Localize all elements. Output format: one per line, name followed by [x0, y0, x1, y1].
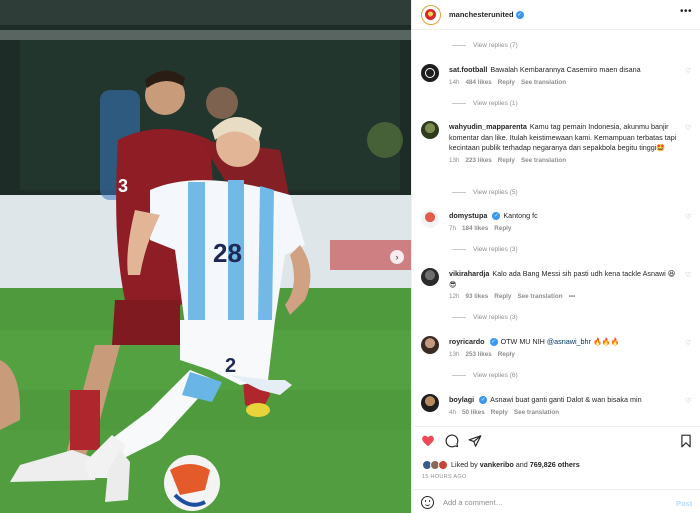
reply-button[interactable]: Reply — [494, 225, 511, 232]
comment-text: Bawalah Kembarannya Casemiro maen disana — [490, 65, 641, 74]
reply-button[interactable]: Reply — [498, 351, 515, 358]
comment-time[interactable]: 12h — [449, 293, 460, 300]
comments-list[interactable]: View replies (7) sat.football Bawalah Kem… — [412, 30, 700, 426]
view-replies-link[interactable]: View replies (3) — [452, 246, 518, 253]
comment-meta: 7h 184 likes Reply — [449, 224, 681, 235]
comment-body: domystupa ✓ Kantong fc 7h 184 likes Reply — [449, 211, 681, 234]
add-comment-input[interactable] — [443, 495, 663, 510]
comment-meta: 13h 223 likes Reply See translation — [449, 156, 681, 167]
liked-by-avatars — [422, 460, 448, 471]
liked-by-summary: Liked by vankeribo and 769,826 others — [422, 460, 580, 471]
comment-emoji: 🔥🔥🔥 — [592, 337, 620, 346]
next-photo-button[interactable]: › — [390, 250, 404, 264]
svg-text:2: 2 — [225, 355, 236, 377]
comment-username[interactable]: vikirahardja — [449, 269, 489, 278]
post-actions: Liked by vankeribo and 769,826 others 15… — [412, 426, 700, 513]
comment-time[interactable]: 7h — [449, 225, 456, 232]
reply-button[interactable]: Reply — [498, 157, 515, 164]
like-comment-heart-icon[interactable]: ♡ — [685, 125, 693, 133]
verified-badge-icon: ✓ — [492, 212, 501, 221]
comment-likes[interactable]: 223 likes — [466, 157, 492, 164]
see-translation-button[interactable]: See translation — [521, 157, 566, 164]
comment-meta: 14h 484 likes Reply See translation — [449, 78, 681, 89]
jersey-number-back: 28 — [213, 238, 242, 268]
post-comment-button[interactable]: Post — [676, 499, 692, 508]
verified-badge-icon: ✓ — [489, 338, 498, 347]
comment-time[interactable]: 4h — [449, 409, 456, 416]
verified-badge-icon: ✓ — [479, 396, 488, 405]
comment-time[interactable]: 13h — [449, 157, 460, 164]
post-details-panel: manchesterunited ✓ ••• View replies (7) s… — [411, 0, 700, 513]
view-replies-link[interactable]: View replies (1) — [452, 100, 518, 107]
comment-body: boylagi ✓ Asnawi buat ganti ganti Dalot & … — [449, 395, 681, 418]
view-replies-link[interactable]: View replies (3) — [452, 314, 518, 321]
commenter-avatar[interactable] — [421, 268, 439, 286]
emoji-picker-icon[interactable] — [421, 496, 434, 509]
comment-likes[interactable]: 484 likes — [466, 79, 492, 86]
like-comment-heart-icon[interactable]: ♡ — [685, 340, 693, 348]
comment-body: vikirahardja Kalo ada Bang Messi sih past… — [449, 269, 681, 303]
reply-button[interactable]: Reply — [491, 409, 508, 416]
liked-by-prefix: Liked by — [451, 460, 478, 469]
commenter-avatar[interactable] — [421, 121, 439, 139]
account-name-text[interactable]: manchesterunited — [449, 10, 514, 19]
liked-by-others-link[interactable]: 769,826 others — [530, 460, 580, 469]
reply-button[interactable]: Reply — [498, 79, 515, 86]
like-comment-heart-icon[interactable]: ♡ — [685, 272, 693, 280]
liked-by-and: and — [515, 460, 528, 469]
comment-text: Kantong fc — [503, 211, 538, 220]
comment-time[interactable]: 14h — [449, 79, 460, 86]
post-header: manchesterunited ✓ ••• — [412, 0, 700, 30]
view-replies-link[interactable]: View replies (6) — [452, 372, 518, 379]
comment-meta: 4h 50 likes Reply See translation — [449, 408, 681, 419]
view-replies-link[interactable]: View replies (7) — [452, 42, 518, 49]
like-comment-heart-icon[interactable]: ♡ — [685, 398, 693, 406]
comment-username[interactable]: royricardo — [449, 337, 485, 346]
like-comment-heart-icon[interactable]: ♡ — [685, 68, 693, 76]
comment-text: OTW MU NIH — [500, 337, 545, 346]
commenter-avatar[interactable] — [421, 394, 439, 412]
comment-body: royricardo ✓ OTW MU NIH @asnawi_bhr 🔥🔥🔥 13… — [449, 337, 681, 360]
instagram-post-view: 28 2 3 › manchesterunited ✓ ••• View rep… — [0, 0, 700, 513]
commenter-avatar[interactable] — [421, 336, 439, 354]
liked-by-user-link[interactable]: vankeribo — [480, 460, 514, 469]
share-send-icon[interactable] — [468, 434, 482, 448]
comment-options-icon[interactable]: ••• — [569, 293, 576, 300]
reply-button[interactable]: Reply — [494, 293, 511, 300]
view-replies-link[interactable]: View replies (5) — [452, 189, 518, 196]
save-bookmark-icon[interactable] — [679, 434, 693, 448]
comment-body: sat.football Bawalah Kembarannya Casemiro… — [449, 65, 681, 88]
comment-bubble-icon[interactable] — [445, 434, 459, 448]
comment-likes[interactable]: 184 likes — [462, 225, 488, 232]
comment-body: wahyudin_mapparenta Kamu tag pemain Indon… — [449, 122, 681, 166]
comment-likes[interactable]: 93 likes — [466, 293, 489, 300]
post-photo[interactable]: 28 2 3 › — [0, 0, 411, 513]
football-match-illustration: 28 2 3 — [0, 0, 411, 513]
account-username[interactable]: manchesterunited ✓ — [449, 10, 524, 20]
comment-meta: 13h 253 likes Reply — [449, 350, 681, 361]
see-translation-button[interactable]: See translation — [521, 79, 566, 86]
add-comment-bar: Post — [412, 489, 700, 513]
comment-text: Asnawi buat ganti ganti Dalot & wan bisa… — [490, 395, 642, 404]
comment-likes[interactable]: 253 likes — [466, 351, 492, 358]
like-comment-heart-icon[interactable]: ♡ — [685, 214, 693, 222]
post-timestamp[interactable]: 15 HOURS AGO — [422, 474, 467, 480]
commenter-avatar[interactable] — [421, 64, 439, 82]
comment-mention-link[interactable]: @asnawi_bhr — [547, 337, 591, 346]
jersey-number-red: 3 — [118, 176, 128, 196]
verified-badge-icon: ✓ — [515, 11, 524, 20]
see-translation-button[interactable]: See translation — [514, 409, 559, 416]
comment-username[interactable]: wahyudin_mapparenta — [449, 122, 527, 131]
comment-username[interactable]: sat.football — [449, 65, 487, 74]
comment-meta: 12h 93 likes Reply See translation ••• — [449, 292, 681, 303]
comment-username[interactable]: boylagi — [449, 395, 474, 404]
comment-time[interactable]: 13h — [449, 351, 460, 358]
like-heart-icon[interactable] — [421, 434, 435, 448]
comment-likes[interactable]: 50 likes — [462, 409, 485, 416]
comment-username[interactable]: domystupa — [449, 211, 487, 220]
more-options-icon[interactable]: ••• — [680, 6, 692, 17]
account-avatar[interactable] — [421, 5, 441, 25]
see-translation-button[interactable]: See translation — [517, 293, 562, 300]
commenter-avatar[interactable] — [421, 210, 439, 228]
